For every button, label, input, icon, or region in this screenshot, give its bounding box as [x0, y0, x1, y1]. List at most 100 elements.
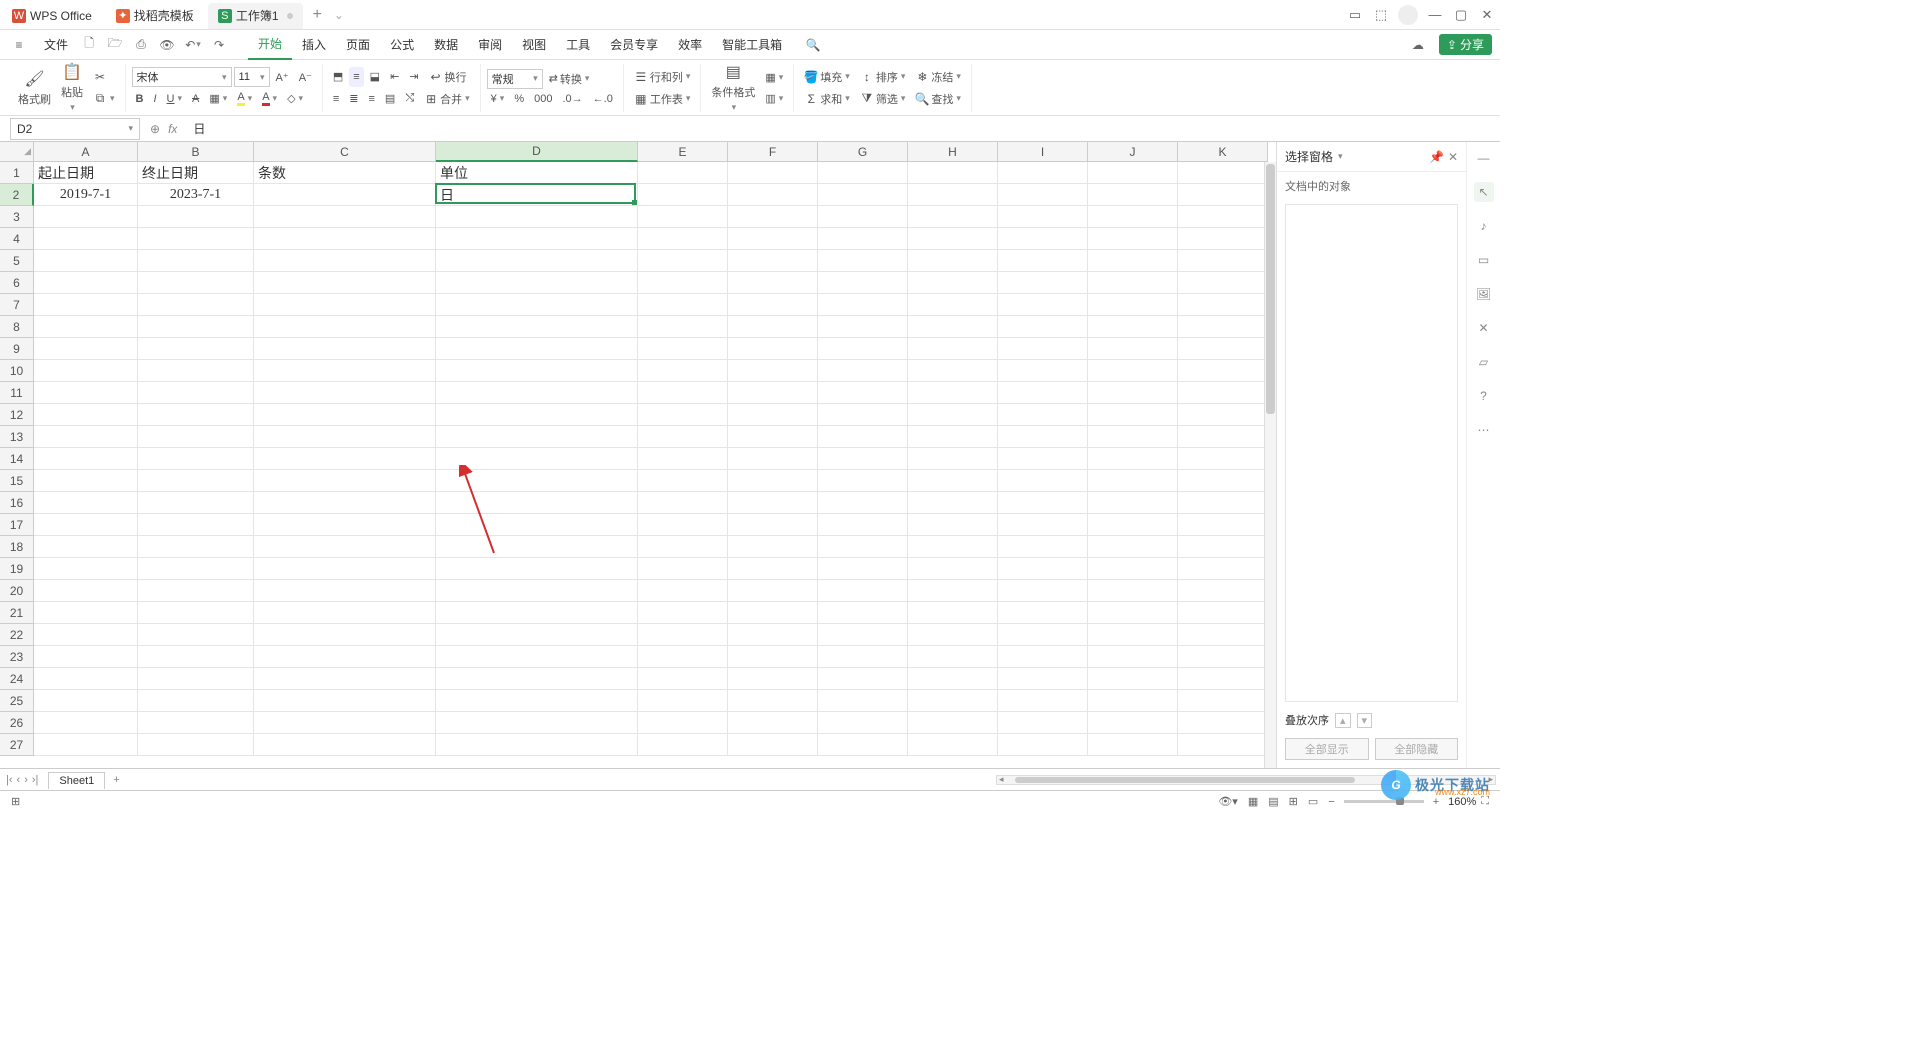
row-header-4[interactable]: 4	[0, 228, 34, 250]
cell-H8[interactable]	[908, 316, 998, 338]
cell-G24[interactable]	[818, 668, 908, 690]
cell-I19[interactable]	[998, 558, 1088, 580]
cell-K3[interactable]	[1178, 206, 1268, 228]
tab-template[interactable]: ✦ 找稻壳模板	[106, 3, 204, 29]
cell-B19[interactable]	[138, 558, 254, 580]
view-read-icon[interactable]: ▭	[1303, 795, 1323, 808]
cell-J23[interactable]	[1088, 646, 1178, 668]
cell-F2[interactable]	[728, 184, 818, 206]
table-style-button[interactable]: ▦▾	[761, 69, 787, 86]
row-header-24[interactable]: 24	[0, 668, 34, 690]
underline-button[interactable]: U▾	[163, 89, 186, 108]
menu-hamburger-icon[interactable]: ≡	[8, 34, 30, 56]
row-header-8[interactable]: 8	[0, 316, 34, 338]
cell-F19[interactable]	[728, 558, 818, 580]
row-header-26[interactable]: 26	[0, 712, 34, 734]
rows-cols-button[interactable]: ☰行和列▾	[630, 67, 695, 87]
cell-A2[interactable]: 2019-7-1	[34, 184, 138, 206]
cell-H12[interactable]	[908, 404, 998, 426]
cell-E5[interactable]	[638, 250, 728, 272]
cell-B25[interactable]	[138, 690, 254, 712]
cell-I23[interactable]	[998, 646, 1088, 668]
decrease-font-button[interactable]: A⁻	[295, 67, 316, 87]
cell-C14[interactable]	[254, 448, 436, 470]
menu-review[interactable]: 审阅	[468, 30, 512, 60]
cell-D11[interactable]	[436, 382, 638, 404]
cell-C20[interactable]	[254, 580, 436, 602]
italic-button[interactable]: I	[149, 89, 160, 108]
minimize-button[interactable]: —	[1422, 2, 1448, 28]
cell-C1[interactable]: 条数	[254, 162, 436, 184]
tab-wps-office[interactable]: W WPS Office	[2, 3, 102, 29]
cell-F16[interactable]	[728, 492, 818, 514]
cell-G1[interactable]	[818, 162, 908, 184]
col-header-G[interactable]: G	[818, 142, 908, 162]
cell-K10[interactable]	[1178, 360, 1268, 382]
cell-A17[interactable]	[34, 514, 138, 536]
copy-button[interactable]: ⧉▾	[89, 90, 119, 108]
row-header-27[interactable]: 27	[0, 734, 34, 756]
cell-G9[interactable]	[818, 338, 908, 360]
cell-K19[interactable]	[1178, 558, 1268, 580]
sheet-last-icon[interactable]: ›|	[32, 774, 39, 786]
view-break-icon[interactable]: ⊞	[1284, 795, 1303, 808]
zoom-slider[interactable]	[1344, 800, 1424, 803]
justify-button[interactable]: ▤	[381, 89, 399, 109]
cell-K22[interactable]	[1178, 624, 1268, 646]
cell-C15[interactable]	[254, 470, 436, 492]
cell-E9[interactable]	[638, 338, 728, 360]
menu-vip[interactable]: 会员专享	[600, 30, 668, 60]
cell-A9[interactable]	[34, 338, 138, 360]
search-icon[interactable]: 🔍	[802, 34, 824, 56]
row-header-15[interactable]: 15	[0, 470, 34, 492]
cell-I7[interactable]	[998, 294, 1088, 316]
zoom-formula-icon[interactable]: ⊕	[150, 122, 160, 136]
cell-B14[interactable]	[138, 448, 254, 470]
menu-ai-tools[interactable]: 智能工具箱	[712, 30, 792, 60]
cell-C11[interactable]	[254, 382, 436, 404]
cell-E12[interactable]	[638, 404, 728, 426]
font-color-button[interactable]: A▾	[258, 89, 281, 108]
cell-A13[interactable]	[34, 426, 138, 448]
cell-G4[interactable]	[818, 228, 908, 250]
menu-file[interactable]: 文件	[34, 30, 78, 60]
cell-B24[interactable]	[138, 668, 254, 690]
convert-button[interactable]: ⇄转换▾	[545, 69, 594, 89]
view-normal-icon[interactable]: ▦	[1243, 795, 1263, 808]
cell-J15[interactable]	[1088, 470, 1178, 492]
row-header-21[interactable]: 21	[0, 602, 34, 624]
row-header-12[interactable]: 12	[0, 404, 34, 426]
cell-I21[interactable]	[998, 602, 1088, 624]
merge-button[interactable]: ⊞合并▾	[420, 89, 474, 109]
fx-icon[interactable]: fx	[168, 122, 177, 136]
cell-B10[interactable]	[138, 360, 254, 382]
pane-object-list[interactable]	[1285, 204, 1458, 702]
cell-J17[interactable]	[1088, 514, 1178, 536]
cell-H15[interactable]	[908, 470, 998, 492]
cell-I22[interactable]	[998, 624, 1088, 646]
paste-button[interactable]: 📋粘贴▾	[57, 60, 87, 115]
cell-K12[interactable]	[1178, 404, 1268, 426]
cell-D13[interactable]	[436, 426, 638, 448]
cell-J18[interactable]	[1088, 536, 1178, 558]
cell-J9[interactable]	[1088, 338, 1178, 360]
cell-A20[interactable]	[34, 580, 138, 602]
cell-K2[interactable]	[1178, 184, 1268, 206]
cell-H17[interactable]	[908, 514, 998, 536]
col-header-K[interactable]: K	[1178, 142, 1268, 162]
cell-A22[interactable]	[34, 624, 138, 646]
cell-H20[interactable]	[908, 580, 998, 602]
sheet-add-button[interactable]: +	[105, 774, 127, 786]
cell-F24[interactable]	[728, 668, 818, 690]
cell-D9[interactable]	[436, 338, 638, 360]
cell-I1[interactable]	[998, 162, 1088, 184]
cell-E23[interactable]	[638, 646, 728, 668]
cell-I6[interactable]	[998, 272, 1088, 294]
cell-D23[interactable]	[436, 646, 638, 668]
cell-H5[interactable]	[908, 250, 998, 272]
cell-J25[interactable]	[1088, 690, 1178, 712]
rail-clipboard-icon[interactable]: ▭	[1474, 250, 1494, 270]
send-backward-button[interactable]: ▾	[1357, 713, 1373, 728]
vscroll-thumb[interactable]	[1266, 164, 1275, 414]
vertical-scrollbar[interactable]	[1264, 162, 1276, 768]
